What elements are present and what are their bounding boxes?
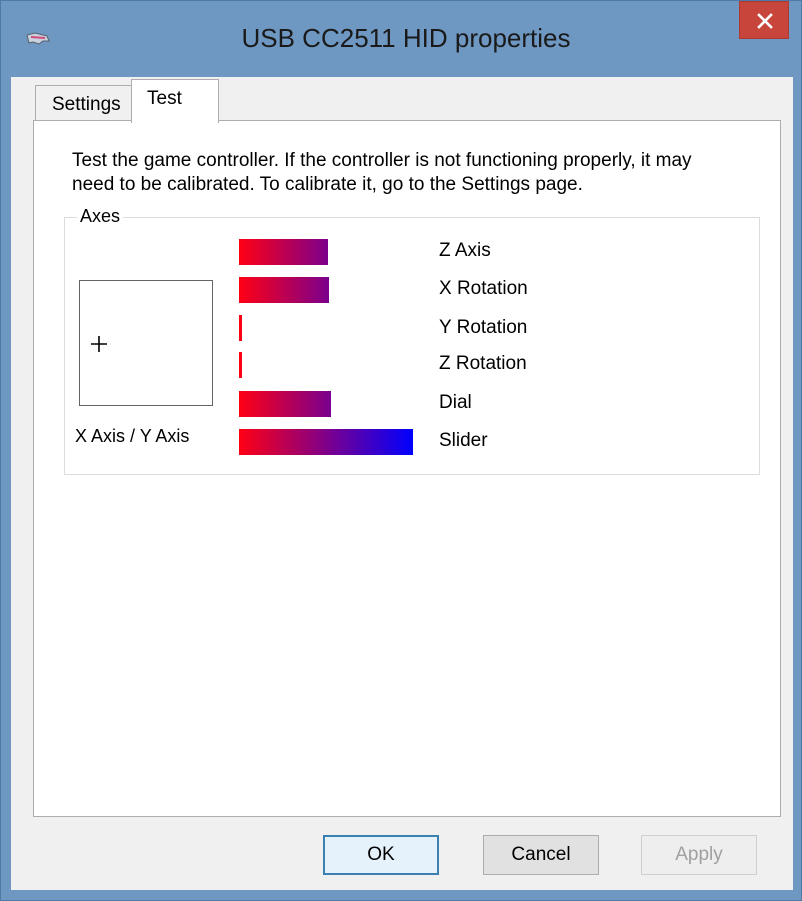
z-axis-bar [239, 239, 413, 265]
xy-axis-box [79, 280, 213, 406]
description-line-1: Test the game controller. If the control… [72, 150, 692, 171]
y-rotation-label: Y Rotation [439, 317, 528, 338]
ok-button[interactable]: OK [323, 835, 439, 875]
axes-group: Axes X Axis / Y Axis Z Axis X Rotation Y… [64, 206, 760, 475]
slider-label: Slider [439, 430, 488, 451]
tab-test[interactable]: Test [131, 79, 219, 123]
x-rotation-bar [239, 277, 413, 303]
close-icon [757, 13, 773, 29]
crosshair-icon [91, 336, 107, 352]
z-rotation-bar-fill [239, 352, 242, 378]
dialog-client-area: Settings Test Test the game controller. … [11, 77, 793, 890]
test-tab-page: Test the game controller. If the control… [33, 120, 781, 817]
window-title: USB CC2511 HID properties [241, 23, 571, 53]
test-description: Test the game controller. If the control… [72, 149, 772, 197]
slider-bar [239, 429, 413, 455]
x-rotation-bar-fill [239, 277, 329, 303]
tab-settings[interactable]: Settings [35, 85, 139, 121]
z-rotation-label: Z Rotation [439, 353, 527, 374]
axes-group-legend: Axes [77, 206, 124, 227]
z-axis-label: Z Axis [439, 240, 491, 261]
xy-axis-label: X Axis / Y Axis [75, 426, 190, 446]
description-line-2: need to be calibrated. To calibrate it, … [72, 174, 583, 195]
x-rotation-label: X Rotation [439, 278, 528, 299]
y-rotation-bar [239, 315, 413, 341]
close-button[interactable] [739, 1, 789, 39]
apply-button[interactable]: Apply [641, 835, 757, 875]
cancel-button[interactable]: Cancel [483, 835, 599, 875]
z-axis-bar-fill [239, 239, 328, 265]
dial-bar-fill [239, 391, 331, 417]
dial-bar [239, 391, 413, 417]
slider-bar-fill [239, 429, 413, 455]
dial-label: Dial [439, 392, 472, 413]
title-bar[interactable]: USB CC2511 HID properties [1, 1, 801, 81]
properties-window: USB CC2511 HID properties Settings Test … [0, 0, 802, 901]
y-rotation-bar-fill [239, 315, 242, 341]
z-rotation-bar [239, 352, 413, 378]
